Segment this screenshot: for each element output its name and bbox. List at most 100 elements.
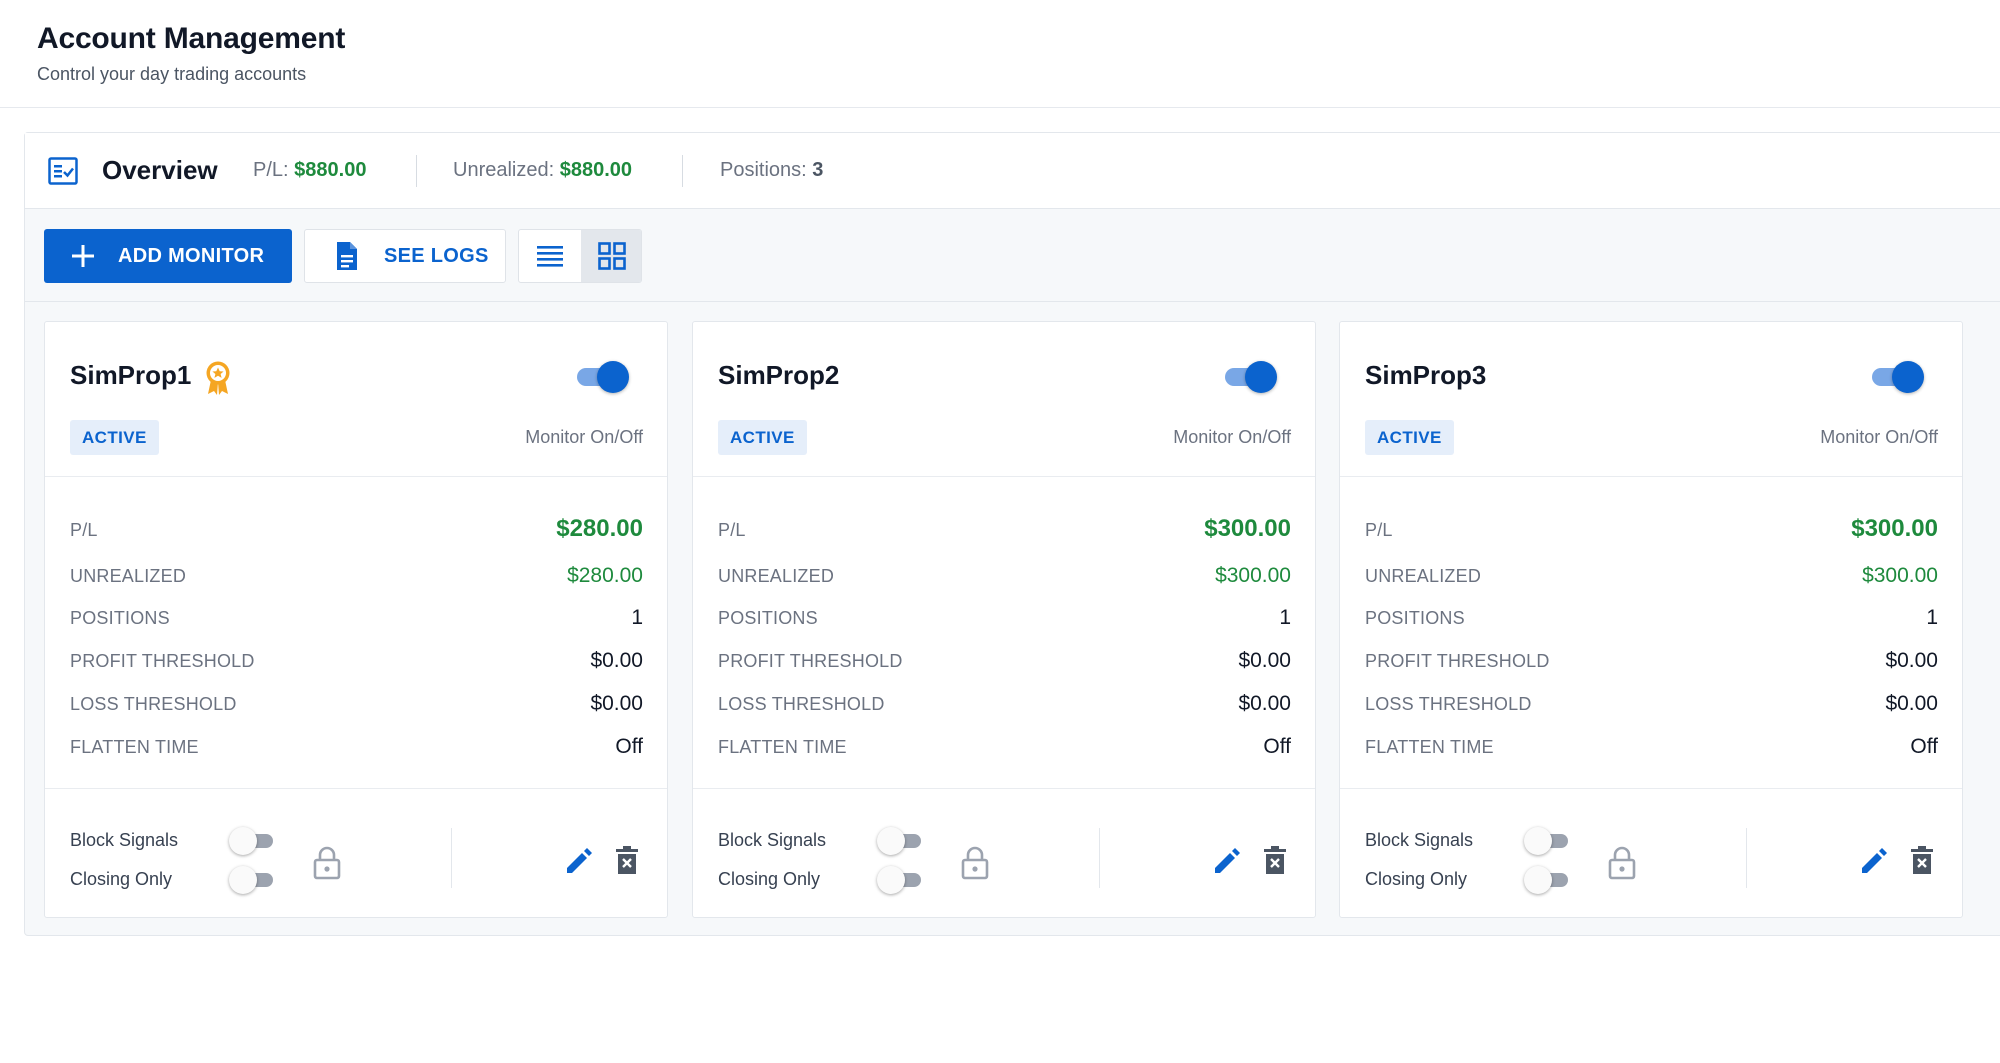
toggle-knob <box>1524 827 1552 855</box>
unlock-icon[interactable] <box>313 846 341 880</box>
delete-icon[interactable] <box>1263 846 1287 876</box>
account-card: SimProp1 ACTIVE Monitor On/Off P/L $280.… <box>44 321 668 918</box>
metric-profit-threshold: PROFIT THRESHOLD $0.00 <box>718 647 1291 677</box>
add-monitor-button[interactable]: ADD MONITOR <box>44 229 292 283</box>
account-card: SimProp3 ACTIVE Monitor On/Off P/L $300.… <box>1339 321 1963 918</box>
toolbar: ADD MONITOR SEE LOGS <box>25 210 2000 302</box>
metric-value: $0.00 <box>590 692 643 715</box>
metric-label: POSITIONS <box>718 608 818 628</box>
metric-value: $300.00 <box>1215 564 1291 587</box>
metric-label: LOSS THRESHOLD <box>1365 694 1532 714</box>
overview-positions-value: 3 <box>812 159 824 181</box>
status-badge: ACTIVE <box>718 420 807 455</box>
metric-label: LOSS THRESHOLD <box>718 694 885 714</box>
monitor-toggle-knob <box>1892 361 1924 393</box>
edit-icon[interactable] <box>564 846 594 876</box>
monitor-label: Monitor On/Off <box>1173 427 1291 447</box>
card-divider <box>693 788 1315 789</box>
block-signals-toggle[interactable] <box>877 827 923 855</box>
award-icon <box>206 361 230 395</box>
list-view-button[interactable] <box>519 230 580 282</box>
closing-only-toggle[interactable] <box>1524 866 1570 894</box>
delete-icon[interactable] <box>615 846 639 876</box>
metric-value: $0.00 <box>1238 649 1291 672</box>
block-signals-label: Block Signals <box>718 830 827 850</box>
card-divider <box>45 476 667 477</box>
overview-unrealized: Unrealized: $880.00 <box>453 159 632 182</box>
metric-positions: POSITIONS 1 <box>718 604 1291 634</box>
metric-flatten-time: FLATTEN TIME Off <box>70 733 643 763</box>
overview-unrealized-label: Unrealized: <box>453 159 555 181</box>
overview-pl: P/L: $880.00 <box>253 159 366 182</box>
closing-only-toggle[interactable] <box>229 866 275 894</box>
metric-value: 1 <box>1926 606 1938 629</box>
toggle-knob <box>877 866 905 894</box>
edit-icon[interactable] <box>1859 846 1889 876</box>
metric-label: UNREALIZED <box>1365 566 1482 586</box>
closing-only-toggle[interactable] <box>877 866 923 894</box>
metric-value: $300.00 <box>1204 515 1291 542</box>
grid-icon <box>597 242 626 270</box>
block-signals-label: Block Signals <box>1365 830 1474 850</box>
toggle-knob <box>229 827 257 855</box>
closing-only-label: Closing Only <box>70 869 173 889</box>
card-divider <box>1340 788 1962 789</box>
metric-pl: P/L $300.00 <box>718 515 1291 546</box>
metric-label: POSITIONS <box>1365 608 1465 628</box>
toggle-knob <box>877 827 905 855</box>
block-signals-label: Block Signals <box>70 830 179 850</box>
metric-label: P/L <box>1365 520 1393 540</box>
monitor-toggle[interactable] <box>575 360 631 393</box>
monitor-toggle[interactable] <box>1870 360 1926 393</box>
overview-panel: Overview P/L: $880.00 Unrealized: $880.0… <box>24 132 2000 936</box>
see-logs-button[interactable]: SEE LOGS <box>304 229 506 283</box>
monitor-label: Monitor On/Off <box>525 427 643 447</box>
overview-unrealized-value: $880.00 <box>559 159 633 181</box>
block-signals-toggle[interactable] <box>1524 827 1570 855</box>
metric-unrealized: UNREALIZED $280.00 <box>70 562 643 592</box>
page-title: Account Management <box>37 22 346 55</box>
metric-pl: P/L $300.00 <box>1365 515 1938 546</box>
delete-icon[interactable] <box>1910 846 1934 876</box>
metric-value: $300.00 <box>1851 515 1938 542</box>
overview-positions: Positions: 3 <box>720 159 823 182</box>
monitor-toggle[interactable] <box>1223 360 1279 393</box>
overview-separator <box>682 155 683 187</box>
document-icon <box>337 242 357 270</box>
unlock-icon[interactable] <box>961 846 989 880</box>
view-toggle <box>518 229 642 283</box>
plus-icon <box>72 245 94 267</box>
toggle-knob <box>1524 866 1552 894</box>
metric-positions: POSITIONS 1 <box>70 604 643 634</box>
metric-pl: P/L $280.00 <box>70 515 643 546</box>
metric-profit-threshold: PROFIT THRESHOLD $0.00 <box>1365 647 1938 677</box>
metric-label: POSITIONS <box>70 608 170 628</box>
metric-label: LOSS THRESHOLD <box>70 694 237 714</box>
metric-value: $300.00 <box>1862 564 1938 587</box>
metric-positions: POSITIONS 1 <box>1365 604 1938 634</box>
account-card: SimProp2 ACTIVE Monitor On/Off P/L $300.… <box>692 321 1316 918</box>
see-logs-label: SEE LOGS <box>384 244 489 267</box>
toggle-knob <box>229 866 257 894</box>
card-divider <box>45 788 667 789</box>
metric-value: 1 <box>1279 606 1291 629</box>
metric-label: FLATTEN TIME <box>1365 737 1494 757</box>
overview-pl-label: P/L: <box>253 159 289 181</box>
metric-label: P/L <box>718 520 746 540</box>
metric-flatten-time: FLATTEN TIME Off <box>1365 733 1938 763</box>
metric-loss-threshold: LOSS THRESHOLD $0.00 <box>718 690 1291 720</box>
edit-icon[interactable] <box>1212 846 1242 876</box>
metric-value: $0.00 <box>1238 692 1291 715</box>
overview-pl-value: $880.00 <box>294 159 367 181</box>
add-monitor-label: ADD MONITOR <box>118 244 265 267</box>
page-header: Account Management Control your day trad… <box>0 0 2000 108</box>
monitor-toggle-knob <box>597 361 629 393</box>
block-signals-toggle[interactable] <box>229 827 275 855</box>
metric-loss-threshold: LOSS THRESHOLD $0.00 <box>70 690 643 720</box>
grid-view-button[interactable] <box>581 230 641 282</box>
status-badge: ACTIVE <box>1365 420 1454 455</box>
unlock-icon[interactable] <box>1608 846 1636 880</box>
status-badge: ACTIVE <box>70 420 159 455</box>
account-name: SimProp3 <box>1365 360 1487 390</box>
account-name: SimProp1 <box>70 360 192 390</box>
